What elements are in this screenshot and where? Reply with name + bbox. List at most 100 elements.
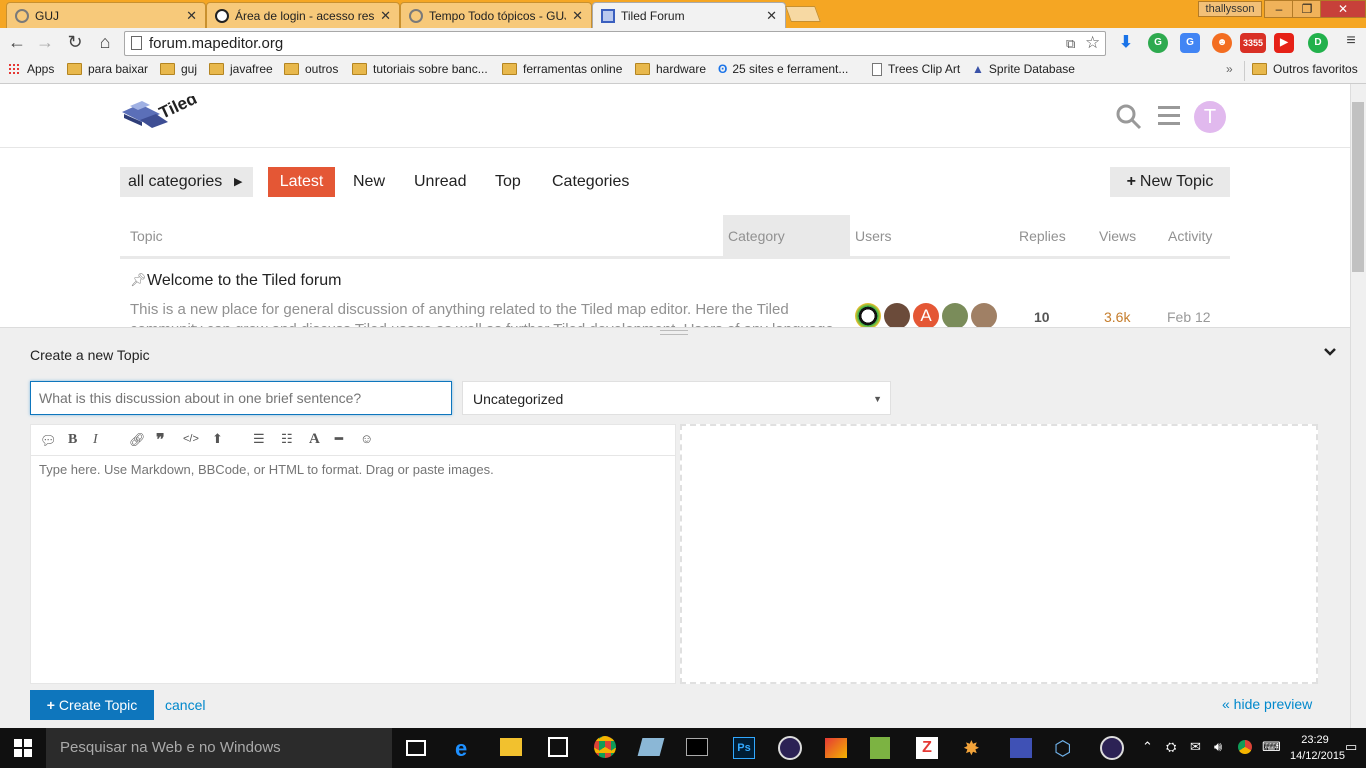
- upload-icon[interactable]: ⬆: [212, 431, 223, 447]
- bookmark-folder[interactable]: guj: [160, 62, 197, 76]
- nav-top[interactable]: Top: [495, 173, 521, 191]
- chevron-up-icon[interactable]: ⌃: [1142, 739, 1153, 755]
- bullet-list-icon[interactable]: ☰: [253, 431, 265, 447]
- virtualbox-icon[interactable]: ⬡: [1054, 736, 1071, 761]
- bookmark-link[interactable]: ʘ 25 sites e ferrament...: [718, 62, 848, 76]
- column-header-users[interactable]: Users: [855, 228, 892, 244]
- link-icon[interactable]: 🔗︎: [129, 432, 146, 448]
- italic-icon[interactable]: I: [93, 432, 98, 448]
- create-topic-button[interactable]: + Create Topic: [30, 690, 154, 720]
- bookmark-folder[interactable]: para baixar: [67, 62, 148, 76]
- heading-icon[interactable]: A: [309, 431, 320, 448]
- code-icon[interactable]: </>: [183, 433, 199, 445]
- nav-latest[interactable]: Latest: [268, 167, 335, 197]
- resize-grip[interactable]: [660, 330, 688, 335]
- chrome-icon[interactable]: [594, 736, 616, 758]
- emoji-icon[interactable]: ☺: [360, 431, 373, 446]
- column-header-views[interactable]: Views: [1099, 228, 1136, 244]
- browser-tab-active[interactable]: Tiled Forum ✕: [592, 2, 786, 28]
- user-avatar[interactable]: [942, 303, 968, 329]
- category-select[interactable]: Uncategorized ▼: [462, 381, 891, 415]
- bold-icon[interactable]: B: [68, 432, 77, 448]
- bookmark-folder[interactable]: outros: [284, 62, 338, 76]
- scrollbar-thumb[interactable]: [1352, 102, 1364, 272]
- tiled-logo[interactable]: Tiled: [120, 89, 200, 136]
- file-explorer-icon[interactable]: [500, 738, 522, 756]
- nav-categories[interactable]: Categories: [552, 173, 629, 191]
- numbered-list-icon[interactable]: ☷: [281, 431, 293, 447]
- keyboard-icon[interactable]: ⌨: [1262, 739, 1281, 755]
- column-header-category[interactable]: Category: [728, 228, 785, 244]
- store-icon[interactable]: [548, 737, 568, 757]
- hide-preview-link[interactable]: « hide preview: [1222, 696, 1312, 712]
- bookmark-folder[interactable]: ferramentas online: [502, 62, 622, 76]
- column-header-replies[interactable]: Replies: [1019, 228, 1066, 244]
- new-tab-button[interactable]: [785, 6, 821, 22]
- user-avatar[interactable]: [855, 303, 881, 329]
- download-arrow-icon[interactable]: ⬇: [1116, 33, 1136, 53]
- eclipse-icon[interactable]: [1100, 736, 1124, 760]
- category-dropdown[interactable]: all categories ▶: [120, 167, 253, 197]
- blockquote-icon[interactable]: ❞: [156, 430, 165, 450]
- app-icon[interactable]: [637, 738, 665, 756]
- close-tab-icon[interactable]: ✕: [572, 8, 583, 24]
- activity-date[interactable]: Feb 12: [1167, 309, 1211, 325]
- browser-tab[interactable]: Tempo Todo tópicos - GUJ ✕: [400, 2, 592, 28]
- restore-window-icon[interactable]: ❐: [1292, 0, 1322, 18]
- collapse-chevron-icon[interactable]: [1322, 344, 1338, 365]
- topic-title[interactable]: Welcome to the Tiled forum: [147, 272, 341, 290]
- clock[interactable]: 23:29 14/12/2015: [1290, 732, 1345, 764]
- home-icon[interactable]: ⌂: [94, 32, 116, 53]
- sync-icon[interactable]: ⛭: [1166, 739, 1176, 755]
- browser-tab[interactable]: GUJ ✕: [6, 2, 206, 28]
- hamburger-menu-icon[interactable]: [1158, 106, 1180, 125]
- photoshop-icon[interactable]: Ps: [733, 737, 755, 759]
- grammarly-icon[interactable]: G: [1148, 33, 1168, 53]
- address-bar[interactable]: forum.mapeditor.org ⧉ ☆: [124, 31, 1106, 56]
- extension-d-icon[interactable]: D: [1308, 33, 1328, 53]
- close-tab-icon[interactable]: ✕: [380, 8, 391, 24]
- cancel-link[interactable]: cancel: [165, 697, 205, 713]
- user-avatar[interactable]: A: [913, 303, 939, 329]
- quote-bubble-icon[interactable]: 💬︎: [40, 433, 57, 449]
- google-translate-icon[interactable]: G: [1180, 33, 1200, 53]
- bookmark-folder[interactable]: javafree: [209, 62, 273, 76]
- network-icon[interactable]: ✉: [1190, 739, 1201, 755]
- chrome-menu-icon[interactable]: ≡: [1340, 32, 1362, 50]
- post-body-textarea[interactable]: [31, 457, 675, 683]
- bookmark-folder[interactable]: tutoriais sobre banc...: [352, 62, 488, 76]
- tiled-app-icon[interactable]: [1010, 738, 1032, 758]
- translate-icon[interactable]: ⧉: [1066, 32, 1075, 55]
- chart-app-icon[interactable]: [870, 737, 890, 759]
- bookmark-link[interactable]: Trees Clip Art: [872, 62, 960, 76]
- command-prompt-icon[interactable]: [686, 738, 708, 756]
- bookmarks-overflow[interactable]: »: [1226, 62, 1233, 76]
- bookmark-link[interactable]: ▲ Sprite Database: [972, 62, 1075, 76]
- volume-icon[interactable]: 🔊︎: [1214, 739, 1222, 755]
- firefox-style-icon[interactable]: ☻: [1212, 33, 1232, 53]
- close-tab-icon[interactable]: ✕: [186, 8, 197, 24]
- reload-icon[interactable]: ↻: [64, 32, 86, 53]
- other-bookmarks[interactable]: Outros favoritos: [1252, 62, 1358, 76]
- ccleaner-icon[interactable]: [825, 738, 847, 758]
- browser-tab[interactable]: Área de login - acesso rest ✕: [206, 2, 400, 28]
- bookmark-apps[interactable]: Apps: [8, 62, 54, 76]
- close-window-icon[interactable]: ✕: [1320, 0, 1366, 18]
- zip-app-icon[interactable]: Z: [916, 737, 938, 759]
- youtube-icon[interactable]: ▶: [1274, 33, 1294, 53]
- search-icon[interactable]: [1116, 104, 1142, 137]
- windows-start-icon[interactable]: [14, 739, 32, 757]
- user-avatar[interactable]: T: [1194, 101, 1226, 133]
- chrome-tray-icon[interactable]: [1238, 740, 1252, 754]
- filezilla-icon[interactable]: ✸: [963, 736, 980, 761]
- eclipse-icon[interactable]: [778, 736, 802, 760]
- edge-browser-icon[interactable]: e: [455, 736, 467, 762]
- topic-title-input[interactable]: [30, 381, 452, 415]
- forward-arrow-icon[interactable]: →: [34, 32, 56, 53]
- horizontal-rule-icon[interactable]: ━: [335, 431, 343, 447]
- back-arrow-icon[interactable]: ←: [6, 32, 28, 53]
- nav-unread[interactable]: Unread: [414, 173, 466, 191]
- column-header-topic[interactable]: Topic: [130, 228, 163, 244]
- bookmark-star-icon[interactable]: ☆: [1085, 31, 1100, 54]
- user-avatar[interactable]: [884, 303, 910, 329]
